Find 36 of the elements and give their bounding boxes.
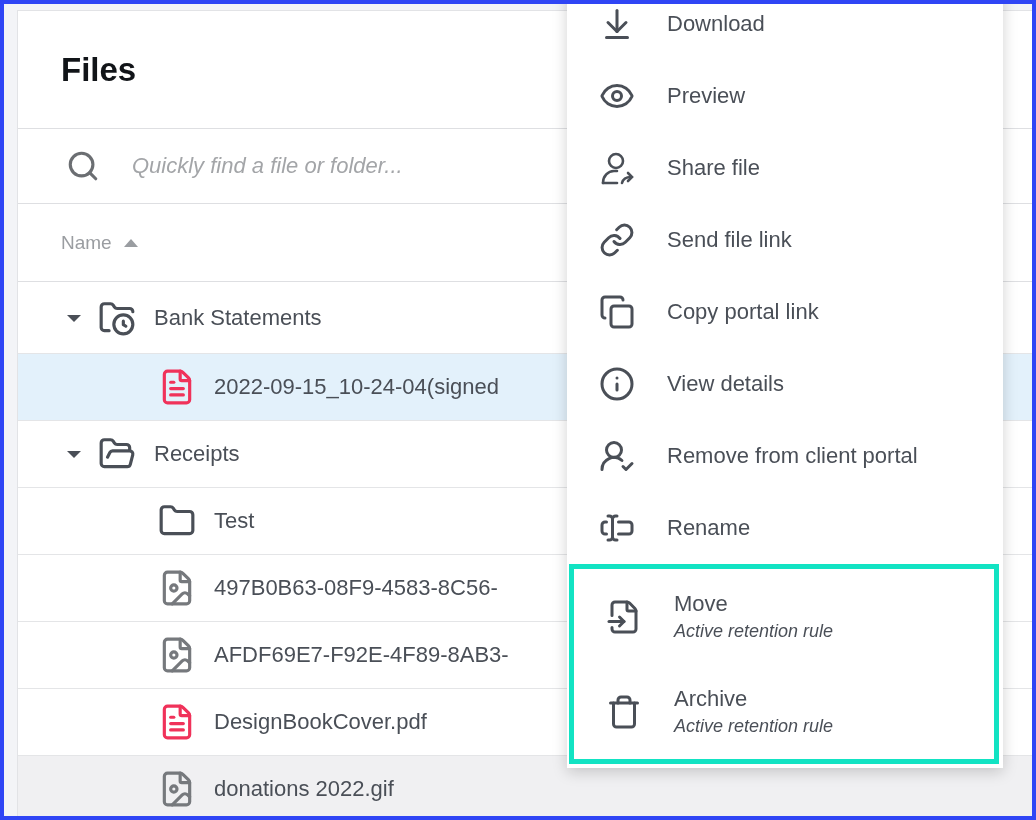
info-icon [599, 366, 635, 402]
file-name: 2022-09-15_10-24-04(signed [214, 374, 499, 400]
menu-item-label: View details [667, 371, 784, 397]
menu-item-label: Remove from client portal [667, 443, 918, 469]
trash-icon [606, 693, 642, 730]
menu-item[interactable]: Download [567, 4, 1003, 60]
menu-item-label: Send file link [667, 227, 792, 253]
user-share-icon [599, 150, 635, 186]
menu-item-note: Active retention rule [674, 716, 834, 737]
caret-icon[interactable] [67, 312, 81, 323]
menu-item-label: Copy portal link [667, 299, 819, 325]
file-name: AFDF69E7-F92E-4F89-8AB3- [214, 642, 509, 668]
menu-item-label: Archive [674, 686, 749, 712]
menu-item-label: Download [667, 11, 765, 37]
file-name: 497B0B63-08F9-4583-8C56- [214, 575, 498, 601]
caret-icon[interactable] [67, 449, 81, 459]
file-name: Test [214, 508, 255, 534]
file-name: Bank Statements [154, 304, 322, 331]
menu-item-label: Move [674, 591, 729, 617]
menu-item-note: Active retention rule [674, 621, 834, 642]
file-name: DesignBookCover.pdf [214, 709, 427, 735]
user-check-icon [599, 438, 635, 474]
menu-item-label: Rename [667, 515, 751, 541]
file-name: donations 2022.gif [214, 776, 394, 802]
menu-item[interactable]: Share file [567, 132, 1003, 204]
menu-item-label: Preview [667, 83, 746, 109]
copy-icon [599, 294, 635, 330]
menu-item[interactable]: Send file link [567, 204, 1003, 276]
page-title: Files [61, 50, 137, 89]
file-name: Receipts [154, 441, 240, 467]
search-field[interactable]: Quickly find a file or folder... [132, 153, 552, 179]
menu-item[interactable]: Preview [567, 60, 1003, 132]
search-icon [66, 149, 100, 183]
link-icon [599, 222, 635, 258]
file-row[interactable]: donations 2022.gif [18, 756, 1032, 816]
menu-item-label: Share file [667, 155, 760, 181]
